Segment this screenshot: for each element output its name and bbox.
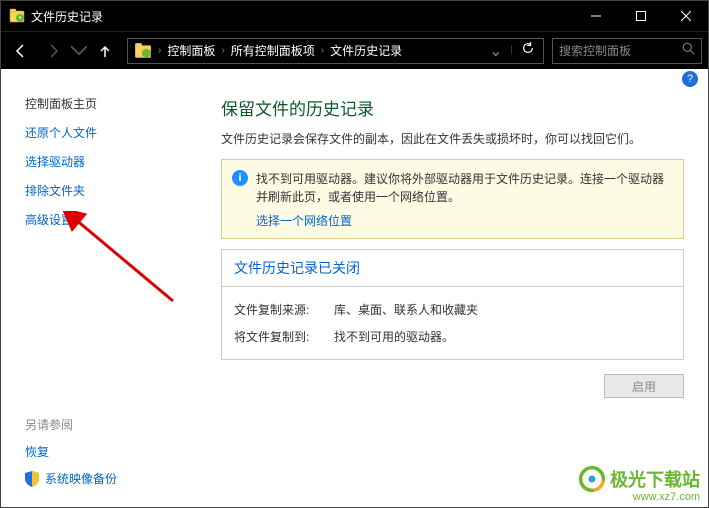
status-label: 文件复制来源:	[234, 301, 334, 318]
status-box: 文件历史记录已关闭 文件复制来源: 库、桌面、联系人和收藏夹 将文件复制到: 找…	[221, 249, 684, 360]
sidebar-footer-link-image-backup[interactable]: 系统映像备份	[45, 470, 117, 487]
navbar: › 控制面板 › 所有控制面板项 › 文件历史记录 ⌄ | 搜索控制面板	[1, 31, 708, 69]
info-link-network-location[interactable]: 选择一个网络位置	[256, 212, 352, 229]
sidebar-link-restore[interactable]: 还原个人文件	[25, 124, 201, 141]
refresh-button[interactable]	[515, 41, 541, 60]
sidebar: 控制面板主页 还原个人文件 选择驱动器 排除文件夹 高级设置 另请参阅 恢复 系…	[1, 89, 201, 507]
close-button[interactable]	[663, 1, 708, 31]
maximize-button[interactable]	[618, 1, 663, 31]
search-input[interactable]: 搜索控制面板	[552, 38, 702, 64]
enable-button[interactable]: 启用	[604, 374, 684, 398]
search-icon[interactable]	[682, 42, 695, 60]
sidebar-footer-link-recovery[interactable]: 恢复	[25, 443, 49, 460]
main-content: 保留文件的历史记录 文件历史记录会保存文件的副本，因此在文件丢失或损坏时，你可以…	[201, 89, 708, 507]
info-icon: i	[232, 170, 248, 186]
minimize-button[interactable]	[573, 1, 618, 31]
status-value: 找不到可用的驱动器。	[334, 328, 671, 345]
sidebar-footer-title: 另请参阅	[25, 416, 201, 433]
status-row: 文件复制来源: 库、桌面、联系人和收藏夹	[234, 301, 671, 318]
info-text: 找不到可用驱动器。建议你将外部驱动器用于文件历史记录。连接一个驱动器并刷新此页，…	[256, 170, 673, 206]
back-button[interactable]	[7, 37, 35, 65]
status-label: 将文件复制到:	[234, 328, 334, 345]
forward-button[interactable]	[39, 37, 67, 65]
help-row: ?	[1, 69, 708, 89]
status-header: 文件历史记录已关闭	[222, 250, 683, 287]
breadcrumb[interactable]: › 控制面板 › 所有控制面板项 › 文件历史记录 ⌄ |	[127, 38, 544, 64]
page-description: 文件历史记录会保存文件的副本，因此在文件丢失或损坏时，你可以找回它们。	[221, 130, 684, 147]
sidebar-link-exclude[interactable]: 排除文件夹	[25, 182, 201, 199]
breadcrumb-item[interactable]: 控制面板	[163, 42, 219, 59]
breadcrumb-item[interactable]: 所有控制面板项	[227, 42, 319, 59]
recent-dropdown[interactable]	[71, 37, 87, 65]
sidebar-link-select-drive[interactable]: 选择驱动器	[25, 153, 201, 170]
status-row: 将文件复制到: 找不到可用的驱动器。	[234, 328, 671, 345]
window-title: 文件历史记录	[31, 8, 573, 25]
up-button[interactable]	[91, 37, 119, 65]
file-history-icon	[9, 8, 25, 24]
search-placeholder: 搜索控制面板	[559, 42, 682, 59]
help-icon[interactable]: ?	[682, 71, 698, 87]
sidebar-link-advanced[interactable]: 高级设置	[25, 211, 201, 228]
chevron-right-icon: ›	[156, 45, 163, 56]
folder-icon	[134, 42, 152, 60]
sidebar-title: 控制面板主页	[25, 95, 201, 112]
chevron-right-icon: ›	[319, 45, 326, 56]
page-heading: 保留文件的历史记录	[221, 95, 684, 120]
status-value: 库、桌面、联系人和收藏夹	[334, 301, 671, 318]
breadcrumb-item[interactable]: 文件历史记录	[326, 42, 406, 59]
breadcrumb-dropdown-icon[interactable]: ⌄	[483, 41, 508, 61]
titlebar: 文件历史记录	[1, 1, 708, 31]
shield-icon	[25, 471, 39, 487]
info-banner: i 找不到可用驱动器。建议你将外部驱动器用于文件历史记录。连接一个驱动器并刷新此…	[221, 159, 684, 239]
chevron-right-icon: ›	[219, 45, 226, 56]
